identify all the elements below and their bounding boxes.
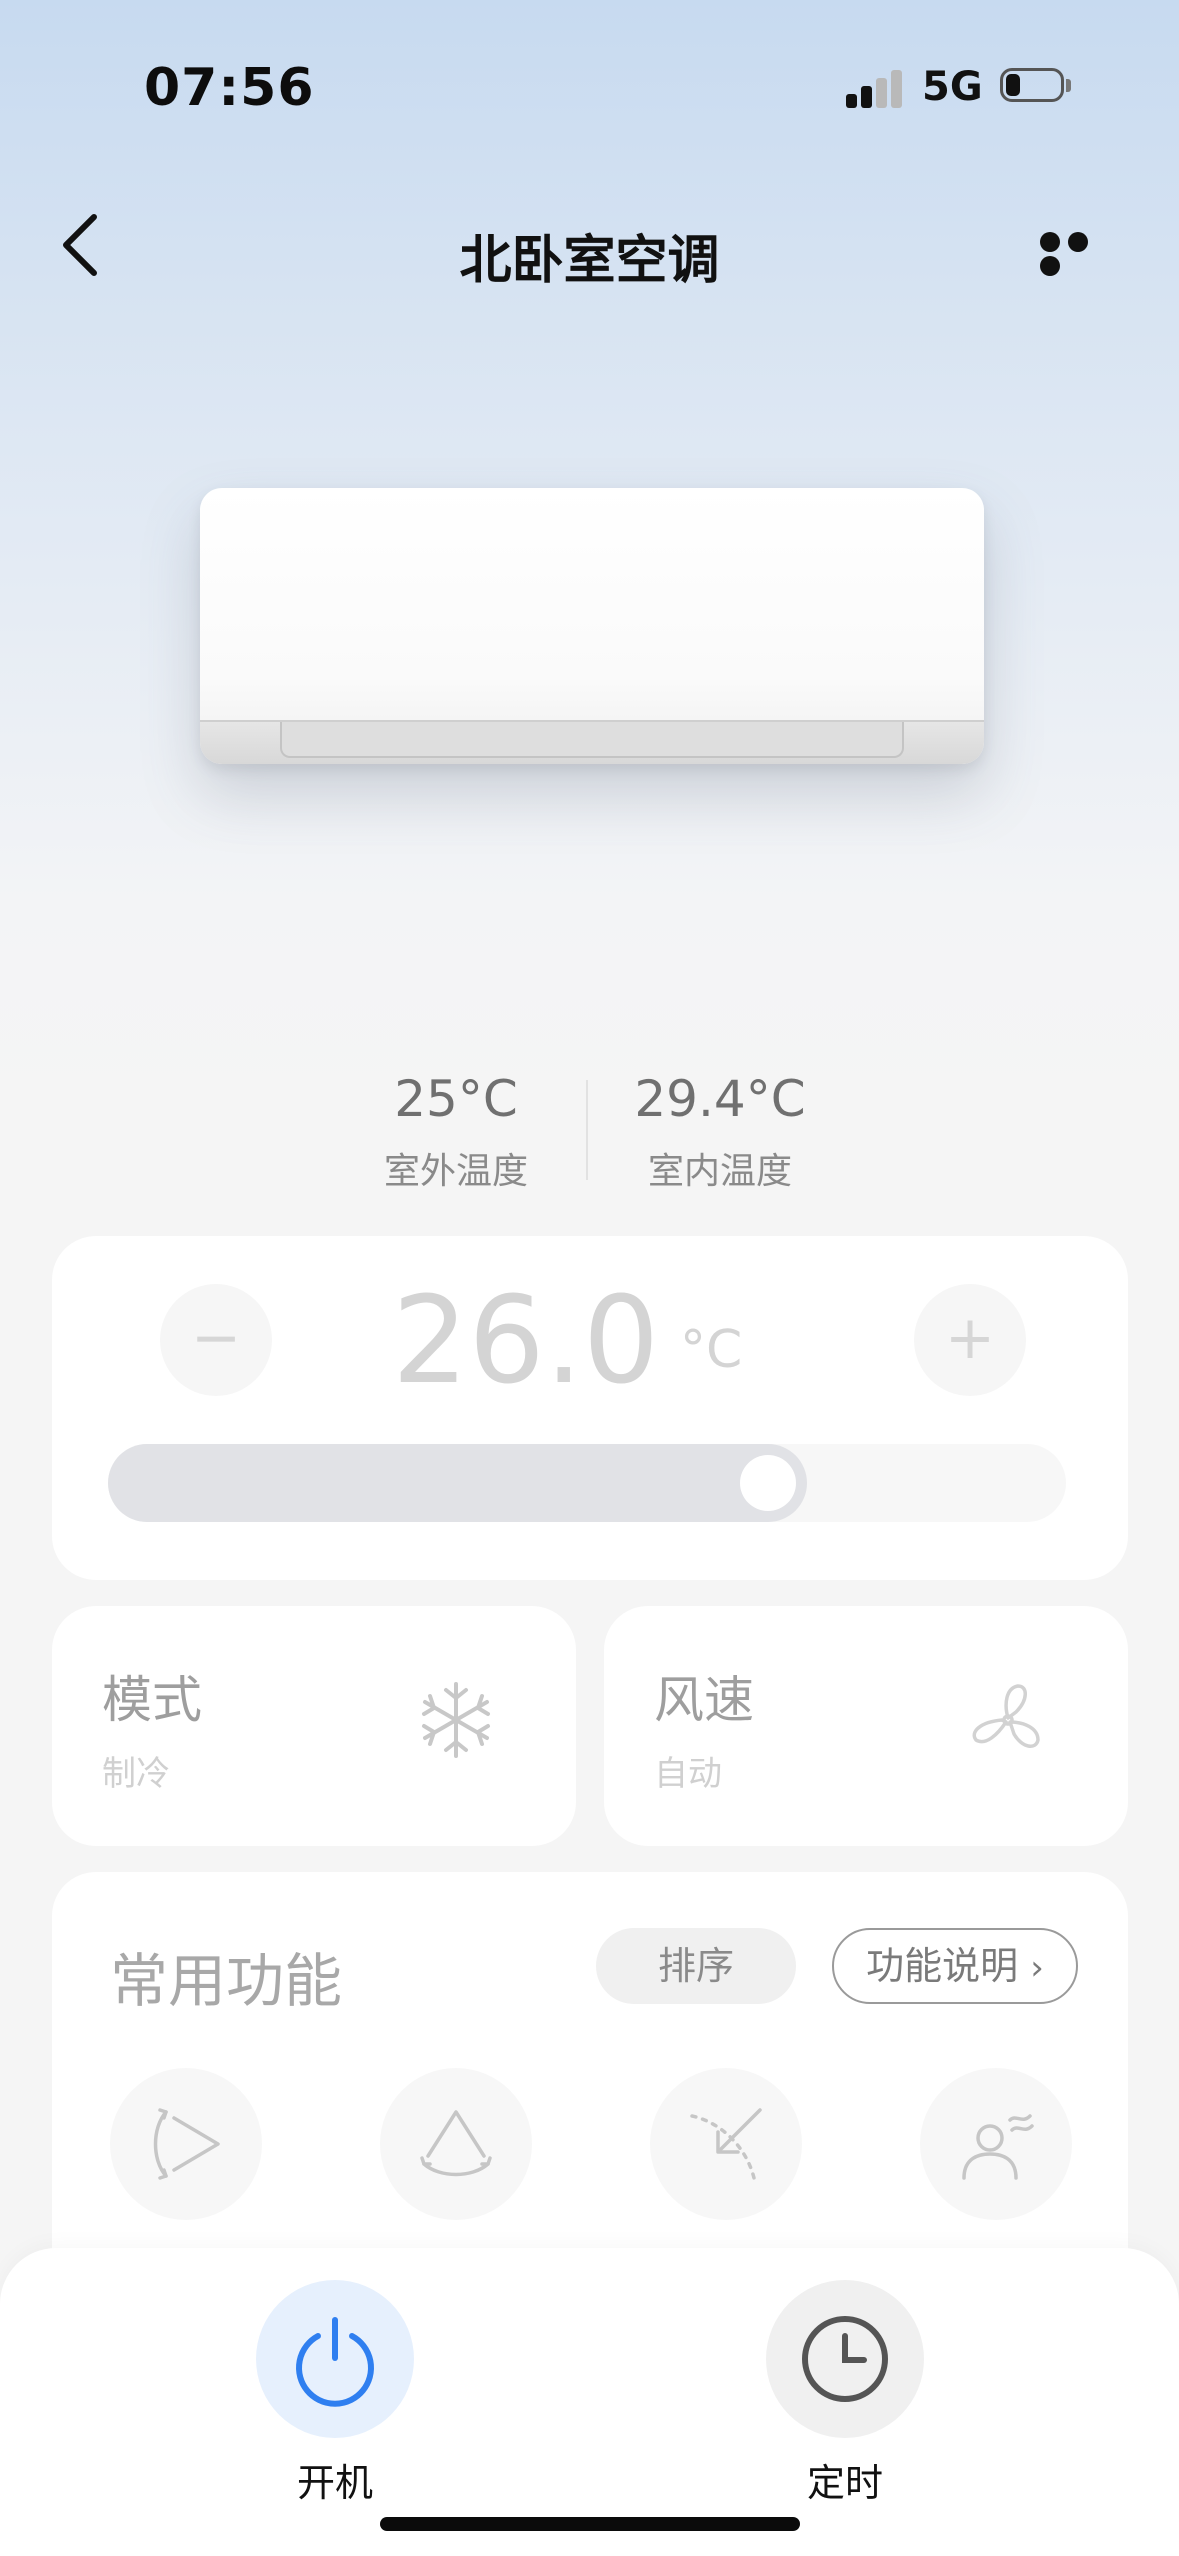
function-help-button[interactable]: 功能说明 › bbox=[832, 1928, 1078, 2004]
fan-value: 自动 bbox=[654, 1754, 722, 1794]
sort-button[interactable]: 排序 bbox=[596, 1928, 796, 2004]
temperature-summary: 25°C 室外温度 29.4°C 室内温度 bbox=[0, 1070, 1179, 1200]
outdoor-temp-value: 25°C bbox=[394, 1070, 518, 1128]
increase-temp-button[interactable]: + bbox=[914, 1284, 1026, 1396]
clock-icon bbox=[802, 2316, 888, 2402]
swing-horizontal-button[interactable] bbox=[110, 2068, 262, 2220]
divider bbox=[586, 1080, 588, 1180]
mode-card[interactable]: 模式 制冷 bbox=[52, 1606, 576, 1846]
slider-fill bbox=[108, 1444, 807, 1522]
air-conditioner-image bbox=[200, 488, 984, 764]
mode-title: 模式 bbox=[102, 1671, 202, 1729]
fan-icon bbox=[972, 1684, 1040, 1748]
outdoor-temperature: 25°C 室外温度 bbox=[336, 1070, 576, 1194]
slider-handle[interactable] bbox=[740, 1455, 796, 1511]
battery-icon bbox=[1000, 68, 1072, 104]
fan-speed-card[interactable]: 风速 自动 bbox=[604, 1606, 1128, 1846]
swing-vertical-button[interactable] bbox=[380, 2068, 532, 2220]
mode-value: 制冷 bbox=[102, 1754, 170, 1794]
home-indicator bbox=[380, 2517, 800, 2531]
swing-vertical-icon bbox=[420, 2110, 492, 2177]
functions-title: 常用功能 bbox=[110, 1947, 343, 2015]
chevron-right-icon: › bbox=[1030, 1948, 1044, 1988]
air-direction-icon bbox=[690, 2108, 762, 2180]
indoor-temperature: 29.4°C 室内温度 bbox=[600, 1070, 840, 1194]
page-title: 北卧室空调 bbox=[459, 231, 720, 291]
timer-button[interactable] bbox=[766, 2280, 924, 2438]
decrease-temp-button[interactable]: − bbox=[160, 1284, 272, 1396]
snowflake-icon bbox=[422, 1682, 490, 1758]
fan-title: 风速 bbox=[654, 1671, 754, 1729]
power-label: 开机 bbox=[296, 2461, 373, 2505]
indoor-temp-value: 29.4°C bbox=[634, 1070, 806, 1128]
setpoint-unit: °C bbox=[680, 1320, 743, 1380]
setpoint-value: 26.0 bbox=[392, 1272, 660, 1411]
power-icon bbox=[296, 2317, 374, 2407]
status-time: 07:56 bbox=[144, 58, 315, 118]
network-type: 5G bbox=[922, 64, 983, 110]
person-airflow-button[interactable] bbox=[920, 2068, 1072, 2220]
power-button[interactable] bbox=[256, 2280, 414, 2438]
air-direction-button[interactable] bbox=[650, 2068, 802, 2220]
bottom-action-bar bbox=[0, 2248, 1179, 2556]
signal-icon bbox=[846, 68, 902, 108]
swing-horizontal-icon bbox=[153, 2108, 220, 2180]
timer-label: 定时 bbox=[806, 2461, 883, 2505]
more-button[interactable] bbox=[1040, 232, 1120, 276]
temperature-slider[interactable] bbox=[108, 1444, 1066, 1522]
indoor-temp-label: 室内温度 bbox=[647, 1151, 792, 1192]
function-help-label: 功能说明 bbox=[866, 1944, 1019, 1988]
person-airflow-icon bbox=[962, 2114, 1034, 2180]
outdoor-temp-label: 室外温度 bbox=[383, 1151, 528, 1192]
